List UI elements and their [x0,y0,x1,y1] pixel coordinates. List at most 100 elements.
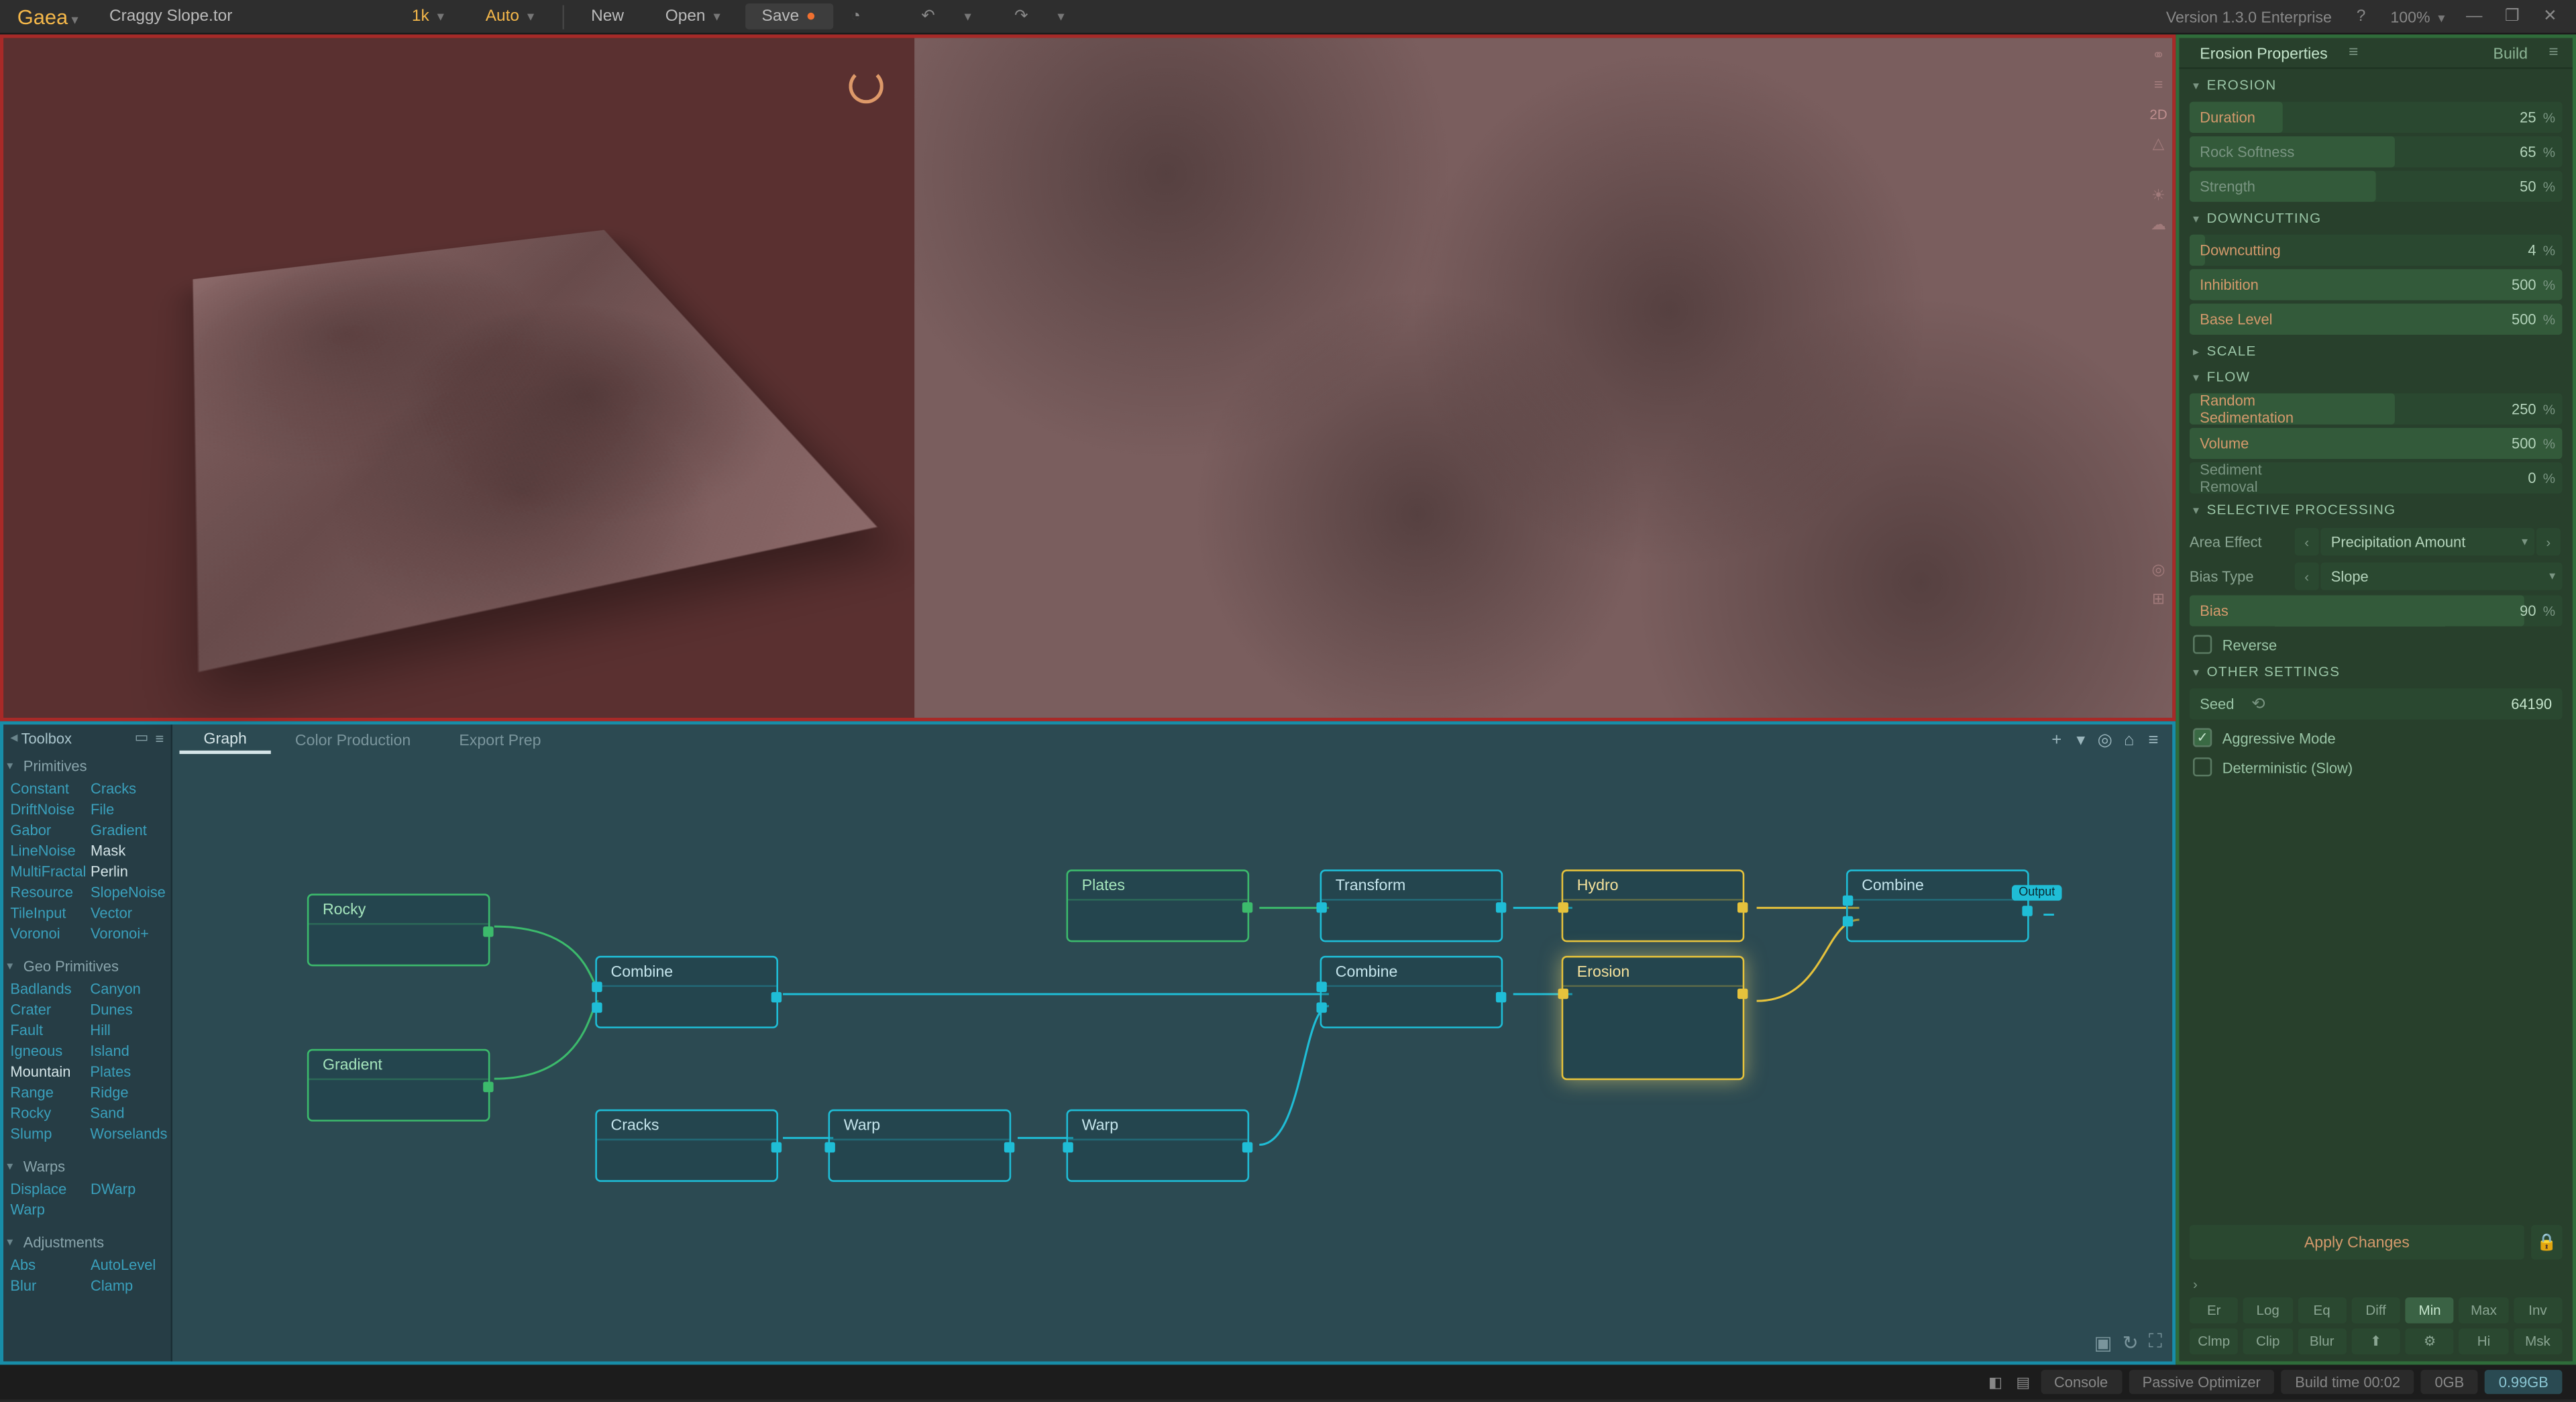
tab-graph[interactable]: Graph [179,726,270,754]
toolbox-section[interactable]: Geo Primitives [3,951,170,978]
toolbox-item[interactable]: Slump [10,1123,87,1144]
toolbox-item[interactable]: Constant [10,778,87,799]
quick-button[interactable]: Min [2406,1297,2455,1324]
toolbox-section[interactable]: Warps [3,1151,170,1179]
toolbox-item[interactable]: Clamp [91,1275,167,1296]
toolbox-item[interactable]: Hill [90,1020,167,1040]
node-plates[interactable]: Plates [1066,869,1249,942]
node-combine-1[interactable]: Combine [595,956,778,1028]
checkbox-reverse[interactable]: Reverse [2190,630,2563,659]
graph-chevron-icon[interactable]: ▾ [2069,731,2093,749]
node-rocky[interactable]: Rocky [307,894,490,966]
quick-button[interactable]: Eq [2298,1297,2347,1324]
quick-button[interactable]: Clmp [2190,1328,2239,1354]
toolbox-item[interactable]: Crater [10,999,87,1020]
toolbox-item[interactable]: Mountain [10,1061,87,1082]
passive-optimizer-button[interactable]: Passive Optimizer [2129,1370,2274,1394]
zoom-label[interactable]: 100% ▾ [2380,8,2455,25]
quick-button[interactable]: Diff [2351,1297,2400,1324]
save-button[interactable]: Save● [745,3,833,30]
quick-button[interactable]: Log [2243,1297,2292,1324]
slider-sediment-removal[interactable]: Sediment Removal0% [2190,462,2563,493]
new-button[interactable]: New [574,2,641,32]
quick-button[interactable]: ⬆ [2351,1328,2400,1354]
checkbox-deterministic[interactable]: Deterministic (Slow) [2190,752,2563,781]
quick-button[interactable]: Hi [2459,1328,2508,1354]
node-erosion[interactable]: Erosion [1562,956,1745,1080]
toolbox-item[interactable]: Plates [90,1061,167,1082]
toolbox-item[interactable]: Blur [10,1275,87,1296]
node-gradient[interactable]: Gradient [307,1049,490,1122]
open-button[interactable]: Open ▾ [648,2,738,32]
toolbox-item[interactable]: Perlin [91,861,167,881]
link-views-icon[interactable]: ⚭ [2147,43,2171,67]
toolbox-item[interactable]: Cracks [91,778,167,799]
graph-home-icon[interactable]: ⌂ [2117,731,2141,749]
cloud-icon[interactable]: ☁ [2147,212,2171,236]
node-graph-canvas[interactable]: Graph Color Production Export Prep + ▾ ◎… [172,724,2172,1361]
node-transform[interactable]: Transform [1320,869,1503,942]
tab-color-production[interactable]: Color Production [271,728,435,752]
toolbox-item[interactable]: Dunes [90,999,167,1020]
node-combine-3[interactable]: CombineOutput [1846,869,2029,942]
redo-icon[interactable]: ↷ [1006,3,1036,30]
add-tab-icon[interactable]: + [2045,731,2069,749]
node-warp-2[interactable]: Warp [1066,1110,1249,1182]
toolbox-item[interactable]: Vector [91,902,167,923]
layers-icon[interactable]: ≡ [2147,72,2171,97]
select-bias-type[interactable]: Bias Type ‹ Slope▾ [2190,561,2563,592]
viewport-3d[interactable] [3,38,914,718]
toolbox-item[interactable]: Canyon [90,978,167,999]
slider-bias[interactable]: Bias90% [2190,595,2563,626]
section-flow[interactable]: FLOW [2190,364,2563,390]
toolbox-item[interactable]: DriftNoise [10,799,87,820]
graph-refresh-icon[interactable]: ↻ [2123,1332,2139,1354]
toolbox-item[interactable]: Gradient [91,820,167,841]
slider-strength[interactable]: Strength50% [2190,171,2563,202]
slider-volume[interactable]: Volume500% [2190,428,2563,459]
app-logo[interactable]: Gaea▾ [7,4,89,28]
console-button[interactable]: Console [2040,1370,2121,1394]
select-area-effect[interactable]: Area Effect ‹ Precipitation Amount▾ › [2190,526,2563,557]
section-other-settings[interactable]: OTHER SETTINGS [2190,659,2563,686]
grid-icon[interactable]: ⊞ [2147,586,2171,610]
viewport-2d[interactable] [914,38,2172,718]
toolbox-item[interactable]: Island [90,1040,167,1061]
ortho-icon[interactable]: △ [2147,131,2171,155]
toolbox-item[interactable]: Voronoi+ [91,923,167,944]
help-icon[interactable]: ? [2345,3,2376,30]
toolbox-item[interactable]: Worselands [90,1123,167,1144]
toolbox-menu-icon[interactable]: ≡ [156,729,164,747]
toolbox-item[interactable]: SlopeNoise [91,881,167,902]
toolbox-item[interactable]: Displace [10,1179,87,1199]
toolbox-item[interactable]: Sand [90,1103,167,1124]
graph-target-icon[interactable]: ◎ [2093,731,2117,749]
toolbox-item[interactable]: Gabor [10,820,87,841]
toolbox-section[interactable]: Primitives [3,751,170,778]
toolbox-item[interactable] [91,1199,167,1220]
slider-random-sedimentation[interactable]: Random Sedimentation250% [2190,393,2563,424]
status-icon-2[interactable]: ▤ [2016,1372,2030,1391]
tab-build[interactable]: Build [2479,39,2542,66]
quick-button[interactable]: ⚙ [2406,1328,2455,1354]
close-icon[interactable]: ✕ [2534,3,2565,30]
checkbox-aggressive[interactable]: ✓Aggressive Mode [2190,723,2563,753]
toolbox-item[interactable]: Warp [10,1199,87,1220]
sun-icon[interactable]: ☀ [2147,183,2171,207]
quick-button[interactable]: Blur [2298,1328,2347,1354]
node-combine-2[interactable]: Combine [1320,956,1503,1028]
toolbox-item[interactable]: MultiFractal [10,861,87,881]
quick-button[interactable]: Er [2190,1297,2239,1324]
node-warp-1[interactable]: Warp [828,1110,1012,1182]
toolbox-item[interactable]: Range [10,1082,87,1103]
auto-dropdown[interactable]: Auto ▾ [468,2,551,32]
quick-button[interactable]: Max [2459,1297,2508,1324]
props-menu-icon[interactable]: ≡ [2341,43,2365,62]
section-erosion[interactable]: EROSION [2190,72,2563,99]
quick-button[interactable]: Inv [2514,1297,2563,1324]
slider-duration[interactable]: Duration25% [2190,102,2563,133]
input-seed[interactable]: Seed⟲64190 [2190,688,2563,719]
toolbox-item[interactable]: AutoLevel [91,1254,167,1275]
toolbox-item[interactable]: File [91,799,167,820]
toolbox-item[interactable]: Rocky [10,1103,87,1124]
